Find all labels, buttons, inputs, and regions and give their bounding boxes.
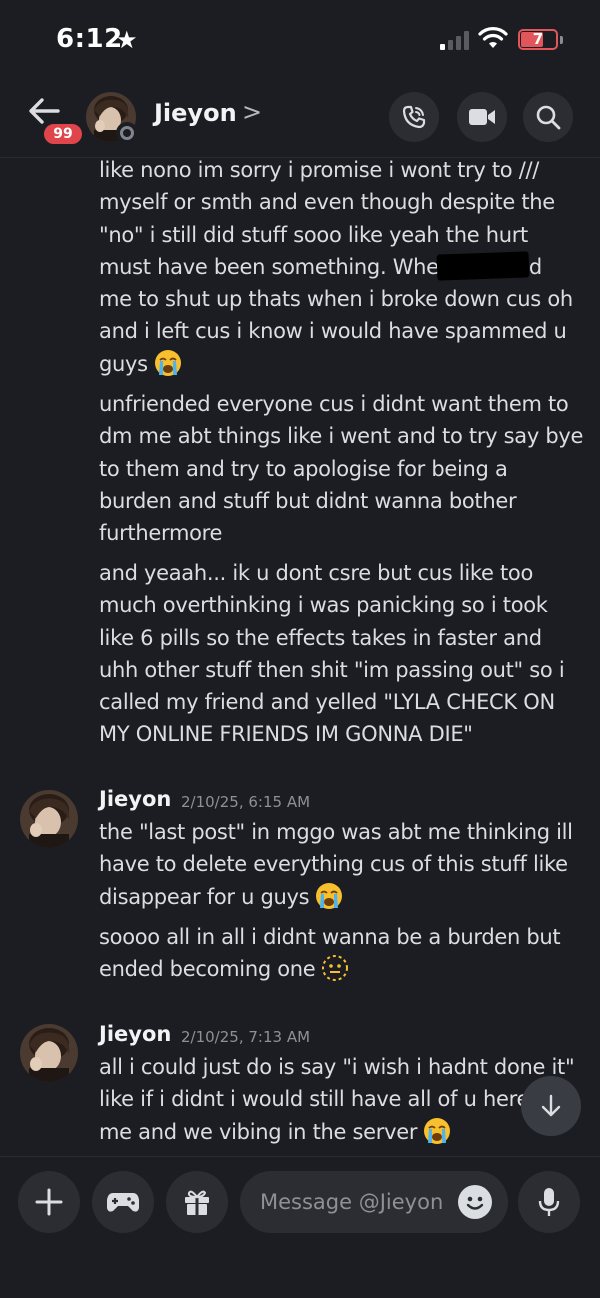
message-author[interactable]: Jieyon [99, 1022, 171, 1046]
search-button[interactable] [523, 92, 573, 142]
search-icon [536, 105, 561, 130]
message-text[interactable]: all i could just do is say "i wish i had… [99, 1051, 594, 1148]
gift-icon [185, 1190, 209, 1215]
gamepad-icon [107, 1193, 139, 1212]
status-bar: 6:12 ★ 7 [0, 0, 600, 80]
star-icon: ★ [116, 26, 138, 54]
dotted-neutral-emoji [322, 955, 349, 982]
message-timestamp: 2/10/25, 7:13 AM [181, 1028, 311, 1046]
conversation-name[interactable]: Jieyon [154, 99, 237, 127]
loudly-crying-emoji [154, 349, 181, 376]
message-composer [0, 1156, 600, 1298]
redaction-mark [436, 251, 530, 281]
message-input-container[interactable] [240, 1171, 508, 1233]
cellular-signal-icon [440, 30, 470, 50]
microphone-icon [538, 1188, 560, 1216]
arrow-down-icon [541, 1094, 561, 1117]
loudly-crying-emoji [424, 1117, 451, 1144]
message-author[interactable]: Jieyon [99, 787, 171, 811]
clock-time: 6:12 [56, 24, 123, 54]
message-text[interactable]: and yeaah... ik u dont csre but cus like… [99, 557, 594, 751]
call-icon [402, 105, 426, 129]
battery-level: 7 [532, 30, 544, 48]
emoji-icon[interactable] [458, 1185, 492, 1219]
status-offline-indicator [116, 122, 138, 144]
wifi-icon [478, 27, 508, 48]
message-input[interactable] [260, 1171, 450, 1233]
voice-message-button[interactable] [518, 1171, 580, 1233]
video-icon [469, 109, 495, 125]
message-text[interactable]: like nono im sorry i promise i wont try … [99, 154, 594, 380]
call-button[interactable] [389, 92, 439, 142]
battery-icon: 7 [518, 29, 558, 50]
message-text[interactable]: soooo all in all i didnt wanna be a burd… [99, 921, 594, 986]
plus-icon [35, 1188, 63, 1216]
activities-button[interactable] [92, 1171, 154, 1233]
loudly-crying-emoji [316, 882, 343, 909]
chevron-right-icon[interactable]: > [242, 98, 262, 126]
message-text[interactable]: unfriended everyone cus i didnt want the… [99, 388, 594, 549]
add-attachment-button[interactable] [18, 1171, 80, 1233]
message-timestamp: 2/10/25, 6:15 AM [181, 793, 311, 811]
avatar[interactable] [20, 790, 78, 848]
video-call-button[interactable] [457, 92, 507, 142]
gift-button[interactable] [166, 1171, 228, 1233]
scroll-to-bottom-button[interactable] [521, 1076, 581, 1136]
chat-header: 99 Jieyon > [0, 80, 600, 158]
message-text[interactable]: the "last post" in mggo was abt me think… [99, 816, 594, 913]
unread-badge: 99 [42, 122, 84, 146]
avatar[interactable] [20, 1024, 78, 1082]
